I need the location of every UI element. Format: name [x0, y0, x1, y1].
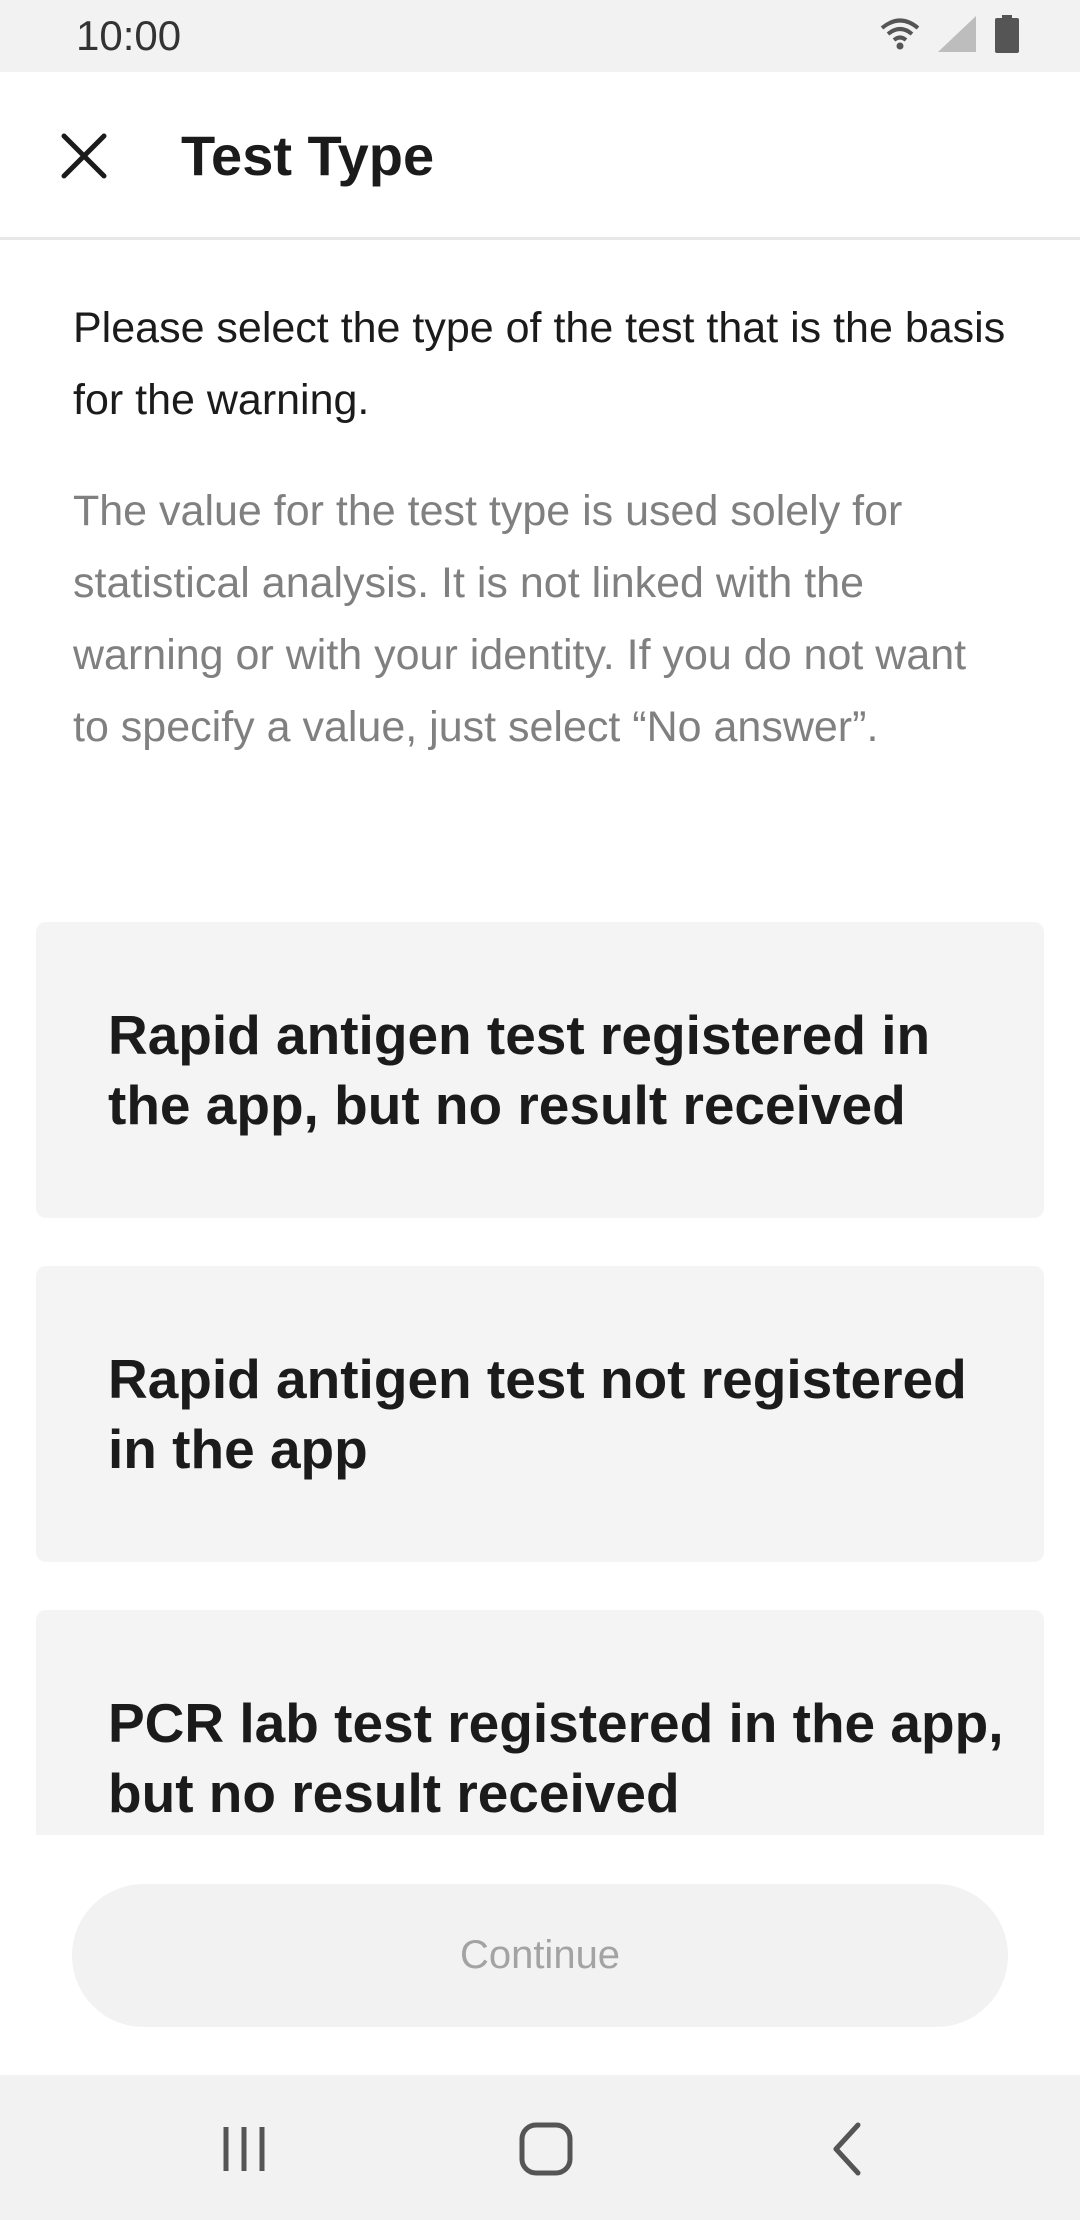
- note-text: The value for the test type is used sole…: [73, 487, 967, 751]
- option-label: Rapid antigen test not registered in the…: [108, 1348, 967, 1480]
- wifi-icon: [880, 18, 920, 50]
- system-nav-bar: [0, 2075, 1080, 2220]
- status-icons: [880, 14, 1020, 54]
- page-title: Test Type: [181, 124, 435, 187]
- content-scroll-area[interactable]: Please select the type of the test that …: [0, 240, 1080, 1835]
- close-icon: [61, 133, 107, 179]
- option-rapid-antigen-registered[interactable]: Rapid antigen test registered in the app…: [36, 922, 1044, 1218]
- bottom-action-area: Continue: [0, 1835, 1080, 2075]
- close-button[interactable]: [50, 122, 118, 190]
- status-time: 10:00: [76, 12, 182, 59]
- intro-text: Please select the type of the test that …: [73, 304, 1006, 424]
- option-label: Rapid antigen test registered in the app…: [108, 1004, 931, 1136]
- home-icon: [519, 2122, 573, 2176]
- home-button[interactable]: [514, 2117, 578, 2181]
- status-bar: 10:00: [0, 0, 1080, 72]
- signal-icon: [938, 16, 976, 52]
- back-button[interactable]: [816, 2117, 880, 2181]
- option-pcr-registered[interactable]: PCR lab test registered in the app, but …: [36, 1610, 1044, 1835]
- app-bar: Test Type: [0, 72, 1080, 240]
- option-rapid-antigen-not-registered[interactable]: Rapid antigen test not registered in the…: [36, 1266, 1044, 1562]
- option-label: PCR lab test registered in the app, but …: [108, 1692, 1004, 1824]
- back-icon: [833, 2122, 861, 2176]
- continue-button[interactable]: Continue: [72, 1884, 1008, 2027]
- recent-apps-button[interactable]: [212, 2117, 276, 2181]
- battery-icon: [995, 15, 1019, 53]
- recent-apps-icon: [223, 2127, 265, 2171]
